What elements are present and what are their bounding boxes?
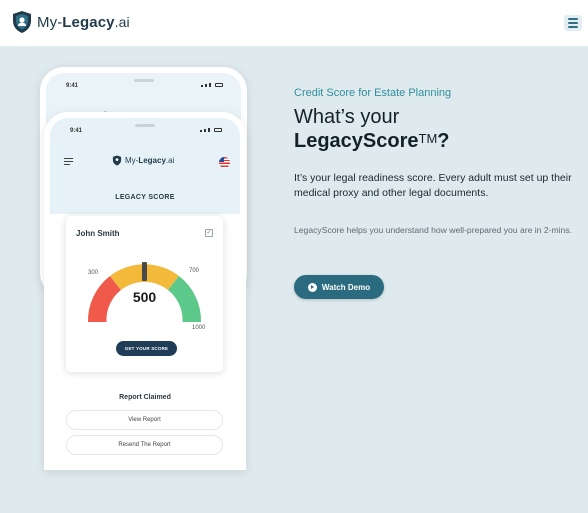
us-flag-icon[interactable] (219, 157, 230, 168)
hero-subdescription: LegacyScore helps you understand how wel… (294, 225, 573, 235)
report-claimed-label: Report Claimed (119, 394, 171, 401)
hero-eyebrow: Credit Score for Estate Planning (294, 87, 452, 99)
phone-notch (135, 124, 155, 127)
status-time: 9:41 (70, 128, 83, 134)
shield-logo-icon (13, 11, 31, 33)
headline-line-1: What’s your (294, 106, 400, 128)
hero-description: It’s your legal readiness score. Every a… (294, 172, 572, 199)
hero-headline: What’s your LegacyScoreTM? (294, 105, 450, 153)
status-time: 9:41 (66, 83, 79, 89)
status-bar: 9:41 (64, 128, 226, 136)
gauge-needle (142, 262, 147, 281)
checkbox-icon[interactable]: ✓ (205, 229, 213, 237)
phone-screen-front: 9:41 My-Legacy.ai LEGACY SCORE John Smit… (50, 118, 240, 470)
gauge-tick-700: 700 (189, 268, 200, 274)
signal-icon (200, 128, 222, 132)
battery-icon (215, 83, 223, 87)
score-card: John Smith ✓ 300 700 1000 500 GET YOUR S… (66, 216, 223, 372)
get-your-score-button[interactable]: GET YOUR SCORE (116, 341, 177, 356)
signal-icon (201, 83, 223, 87)
status-bar: 9:41 (60, 83, 227, 91)
brand-name: My-Legacy.ai (37, 13, 130, 31)
app-logo: My-Legacy.ai (112, 155, 174, 166)
trademark-mark: TM (418, 131, 438, 146)
gauge-tick-300: 300 (88, 270, 99, 276)
watch-demo-button[interactable]: Watch Demo (294, 275, 384, 299)
resend-report-button[interactable]: Resend The Report (66, 435, 223, 455)
hamburger-icon[interactable] (564, 15, 582, 31)
user-name: John Smith (76, 229, 120, 238)
score-value: 500 (132, 289, 157, 305)
brand-logo[interactable]: My-Legacy.ai (11, 10, 130, 34)
headline-line-2: LegacyScoreTM? (294, 130, 450, 152)
shield-logo-icon (112, 155, 122, 166)
view-report-button[interactable]: View Report (66, 410, 223, 430)
battery-icon (214, 128, 222, 132)
phone-mockup-front: 9:41 My-Legacy.ai LEGACY SCORE John Smit… (44, 112, 246, 470)
watch-demo-label: Watch Demo (321, 282, 371, 292)
phone-notch (133, 79, 154, 82)
app-menu-icon[interactable] (64, 158, 73, 167)
gauge-tick-1000: 1000 (192, 325, 206, 331)
app-bar: My-Legacy.ai (50, 155, 240, 171)
legacy-score-title: LEGACY SCORE (115, 194, 175, 201)
play-icon (307, 282, 317, 292)
top-navbar: My-Legacy.ai (0, 0, 588, 47)
